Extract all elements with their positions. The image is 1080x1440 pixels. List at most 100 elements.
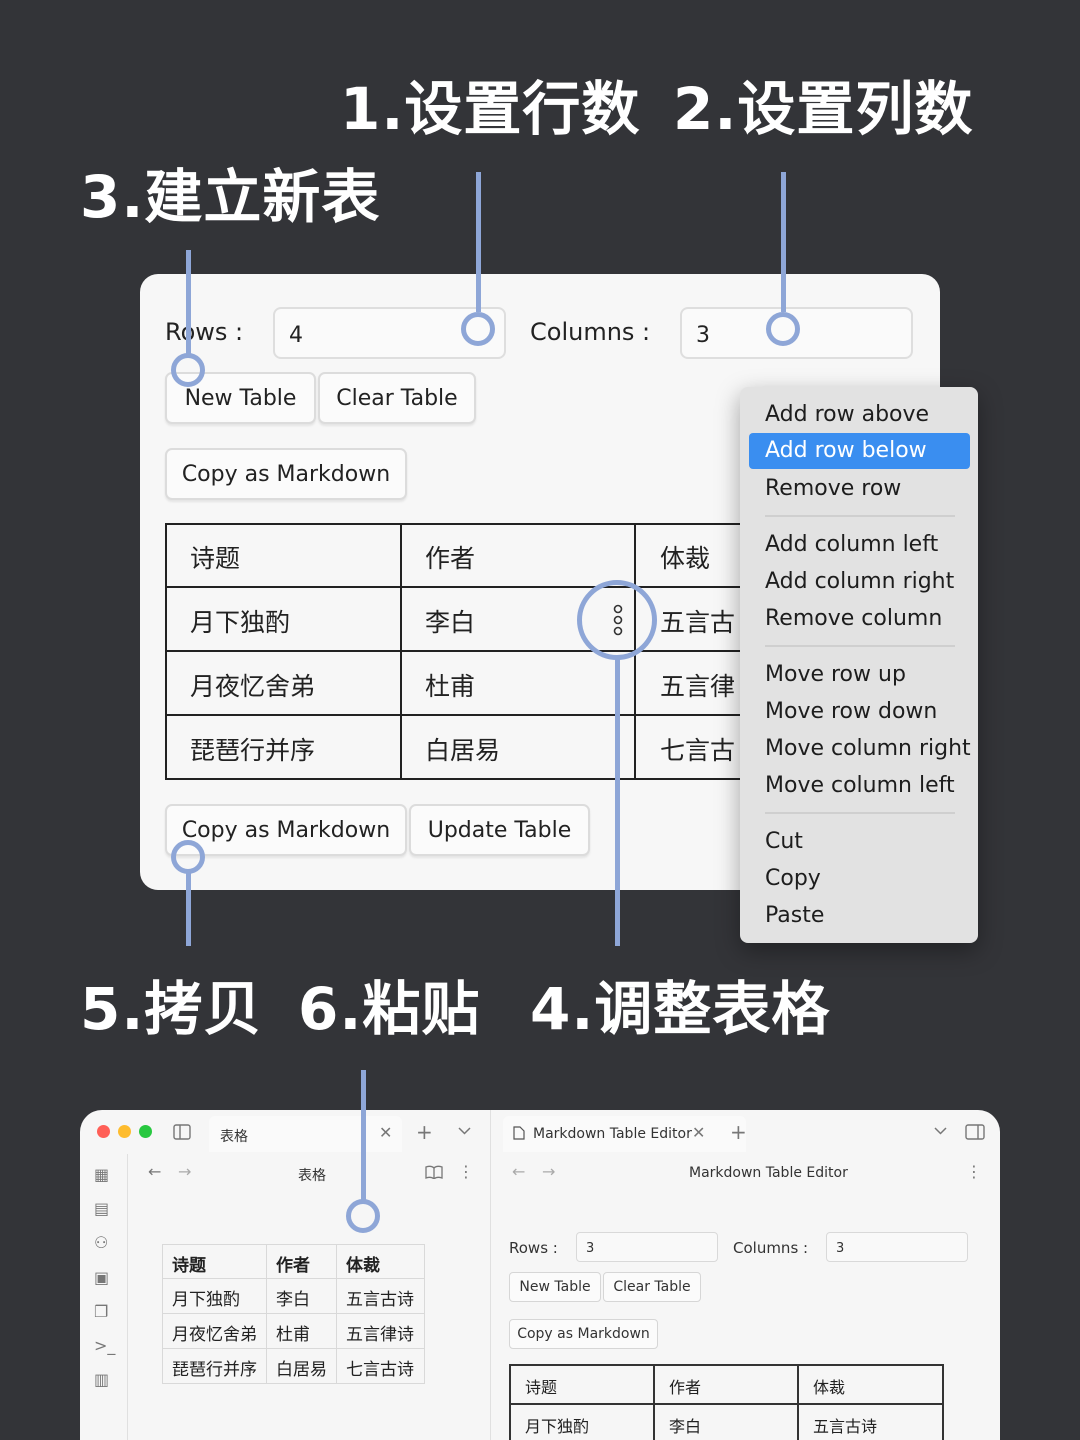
menu-item-copy[interactable]: Copy — [749, 861, 970, 897]
zoom-window-dot[interactable] — [139, 1125, 152, 1138]
table-border — [336, 1244, 337, 1384]
new-tab-icon[interactable]: + — [416, 1122, 433, 1142]
table-cell: 月下独酌 — [172, 1290, 240, 1310]
menu-item-move-column-left[interactable]: Move column left — [749, 768, 970, 804]
app-window-screenshot: 表格 ✕ + Markdown Table Editor ✕ + ▦ ▤ ⚇ ▣… — [80, 1110, 1000, 1440]
more-options-icon[interactable]: ⋮ — [458, 1164, 474, 1180]
columns-label: Columns : — [733, 1239, 809, 1257]
more-options-icon[interactable]: ⋮ — [966, 1164, 982, 1180]
table-border — [400, 523, 402, 780]
update-table-button[interactable]: Update Table — [409, 804, 590, 856]
header-cell: 体裁 — [346, 1256, 380, 1276]
header-cell[interactable]: 作者 — [400, 523, 635, 587]
table-cell[interactable]: 琵琶行并序 — [165, 715, 400, 779]
table-cell: 五言古诗 — [346, 1290, 414, 1310]
menu-item-remove-column[interactable]: Remove column — [749, 601, 970, 637]
minimize-window-dot[interactable] — [118, 1125, 131, 1138]
table-cell[interactable]: 月下独酌 — [165, 587, 400, 651]
chevron-down-icon[interactable] — [458, 1127, 471, 1135]
table-border — [509, 1364, 944, 1366]
step5-heading: 5.拷贝 — [80, 975, 263, 1043]
header-cell: 作者 — [276, 1256, 310, 1276]
table-cell[interactable]: 月下独酌 — [525, 1413, 589, 1437]
step4-heading: 4.调整表格 — [530, 975, 831, 1043]
menu-item-cut[interactable]: Cut — [749, 824, 970, 860]
header-cell[interactable]: 体裁 — [813, 1374, 845, 1398]
header-cell[interactable]: 作者 — [669, 1374, 701, 1398]
table-cell[interactable]: 李白 — [669, 1413, 701, 1437]
copy-markdown-button[interactable]: Copy as Markdown — [509, 1319, 658, 1349]
right-sidebar-toggle-icon[interactable] — [965, 1124, 985, 1140]
forward-arrow-icon[interactable]: → — [542, 1164, 555, 1180]
table-icon[interactable]: ▥ — [94, 1372, 109, 1388]
rows-input[interactable]: 3 — [576, 1232, 718, 1262]
table-border — [162, 1313, 425, 1314]
menu-item-paste[interactable]: Paste — [749, 898, 970, 934]
graph-icon[interactable]: ⚇ — [94, 1235, 108, 1251]
menu-item-move-column-right[interactable]: Move column right — [749, 731, 971, 767]
step6-heading: 6.粘贴 — [298, 975, 481, 1043]
menu-item-add-column-left[interactable]: Add column left — [749, 527, 970, 563]
clear-table-button[interactable]: Clear Table — [318, 372, 476, 424]
close-window-dot[interactable] — [97, 1125, 110, 1138]
menu-item-add-column-right[interactable]: Add column right — [749, 564, 970, 600]
table-cell[interactable]: 五言古诗 — [813, 1413, 877, 1437]
callout-line-row-menu — [615, 658, 620, 946]
table-border — [653, 1364, 655, 1440]
table-border — [162, 1348, 425, 1349]
menu-item-move-row-down[interactable]: Move row down — [749, 694, 970, 730]
table-border — [942, 1364, 944, 1440]
grid-icon[interactable]: ▦ — [94, 1167, 109, 1183]
menu-item-move-row-up[interactable]: Move row up — [749, 657, 970, 693]
step2-heading: 2.设置列数 — [673, 75, 974, 143]
table-cell[interactable]: 五言律 — [635, 651, 740, 715]
table-cell: 五言律诗 — [346, 1325, 414, 1345]
table-cell[interactable]: 白居易 — [400, 715, 635, 779]
header-cell[interactable]: 诗题 — [165, 523, 400, 587]
sidebar-toggle-icon[interactable] — [173, 1124, 191, 1140]
table-border — [165, 523, 740, 525]
reading-view-icon[interactable] — [425, 1165, 443, 1179]
chevron-down-icon[interactable] — [934, 1127, 947, 1135]
callout-ring-copy — [171, 840, 205, 874]
menu-item-add-row-below[interactable]: Add row below — [749, 433, 970, 469]
copy-markdown-button-top[interactable]: Copy as Markdown — [165, 448, 407, 500]
left-page-title: 表格 — [298, 1168, 326, 1184]
header-cell[interactable]: 体裁 — [635, 523, 740, 587]
copy-icon[interactable]: ❐ — [94, 1304, 108, 1320]
table-border — [165, 523, 167, 780]
close-tab-icon[interactable]: ✕ — [692, 1125, 705, 1141]
file-search-icon[interactable]: ▤ — [94, 1201, 109, 1217]
back-arrow-icon[interactable]: ← — [512, 1164, 525, 1180]
left-tab-title: 表格 — [220, 1129, 248, 1145]
callout-line-copy — [186, 872, 191, 946]
table-cell: 白居易 — [276, 1360, 327, 1380]
table-cell: 七言古诗 — [346, 1360, 414, 1380]
menu-item-add-row-above[interactable]: Add row above — [749, 397, 970, 433]
table-border — [165, 586, 740, 588]
forward-arrow-icon[interactable]: → — [178, 1164, 191, 1180]
menu-separator — [765, 812, 955, 814]
table-cell[interactable]: 杜甫 — [400, 651, 635, 715]
clear-table-button[interactable]: Clear Table — [603, 1272, 701, 1302]
menu-separator — [765, 515, 955, 517]
table-cell[interactable]: 月夜忆舍弟 — [165, 651, 400, 715]
menu-item-remove-row[interactable]: Remove row — [749, 471, 970, 507]
terminal-icon[interactable]: >_ — [94, 1338, 115, 1354]
table-cell[interactable]: 七言古 — [635, 715, 740, 779]
new-tab-icon[interactable]: + — [730, 1122, 747, 1142]
callout-ring-columns — [766, 312, 800, 346]
new-table-button[interactable]: New Table — [509, 1272, 601, 1302]
calendar-icon[interactable]: ▣ — [94, 1270, 109, 1286]
table-border — [266, 1244, 267, 1384]
close-tab-icon[interactable]: ✕ — [379, 1125, 392, 1141]
header-cell: 诗题 — [172, 1256, 206, 1276]
columns-label: Columns : — [530, 318, 651, 346]
header-cell[interactable]: 诗题 — [525, 1374, 557, 1398]
table-border — [162, 1278, 425, 1279]
back-arrow-icon[interactable]: ← — [148, 1164, 161, 1180]
file-icon — [513, 1126, 525, 1140]
table-cell: 李白 — [276, 1290, 310, 1310]
columns-input[interactable]: 3 — [826, 1232, 968, 1262]
callout-line-new-table — [186, 250, 191, 354]
